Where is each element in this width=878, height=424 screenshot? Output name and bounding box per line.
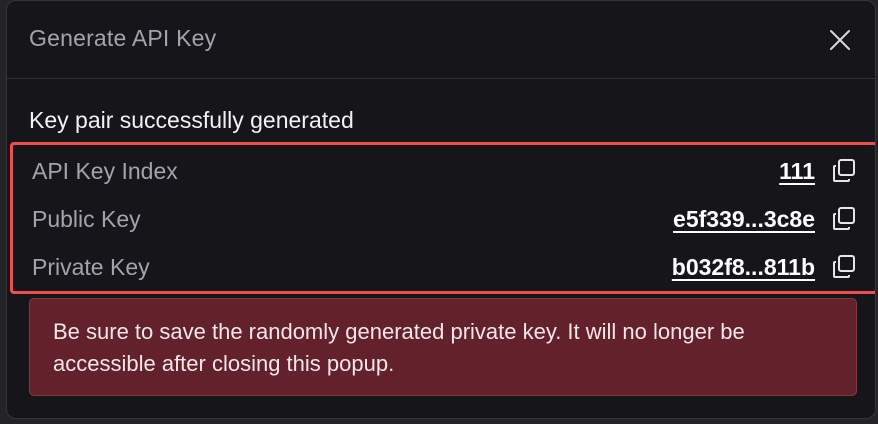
private-key-value[interactable]: b032f8...811b: [672, 254, 815, 281]
key-row-public-key: Public Key e5f339...3c8e: [13, 197, 875, 237]
copy-public-key-button[interactable]: [831, 205, 859, 233]
copy-icon: [833, 159, 855, 182]
key-row-api-key-index: API Key Index 111: [13, 149, 875, 189]
copy-api-key-index-button[interactable]: [831, 157, 859, 185]
close-icon: [830, 30, 850, 50]
public-key-value[interactable]: e5f339...3c8e: [673, 206, 815, 233]
copy-icon: [833, 255, 855, 278]
api-key-index-label: API Key Index: [32, 158, 178, 184]
dialog-header: Generate API Key: [7, 1, 875, 79]
key-details-panel: API Key Index 111 Public Key e5f339...3c…: [10, 142, 875, 294]
copy-private-key-button[interactable]: [831, 253, 859, 281]
copy-icon: [833, 207, 855, 230]
api-key-index-value[interactable]: 111: [779, 158, 815, 185]
private-key-label: Private Key: [32, 254, 150, 280]
close-button[interactable]: [825, 25, 855, 55]
private-key-warning: Be sure to save the randomly generated p…: [29, 298, 857, 396]
success-message: Key pair successfully generated: [29, 107, 354, 133]
generate-api-key-dialog: Generate API Key Key pair successfully g…: [6, 0, 876, 419]
key-row-private-key: Private Key b032f8...811b: [13, 245, 875, 285]
public-key-label: Public Key: [32, 206, 141, 232]
dialog-title: Generate API Key: [29, 25, 217, 51]
